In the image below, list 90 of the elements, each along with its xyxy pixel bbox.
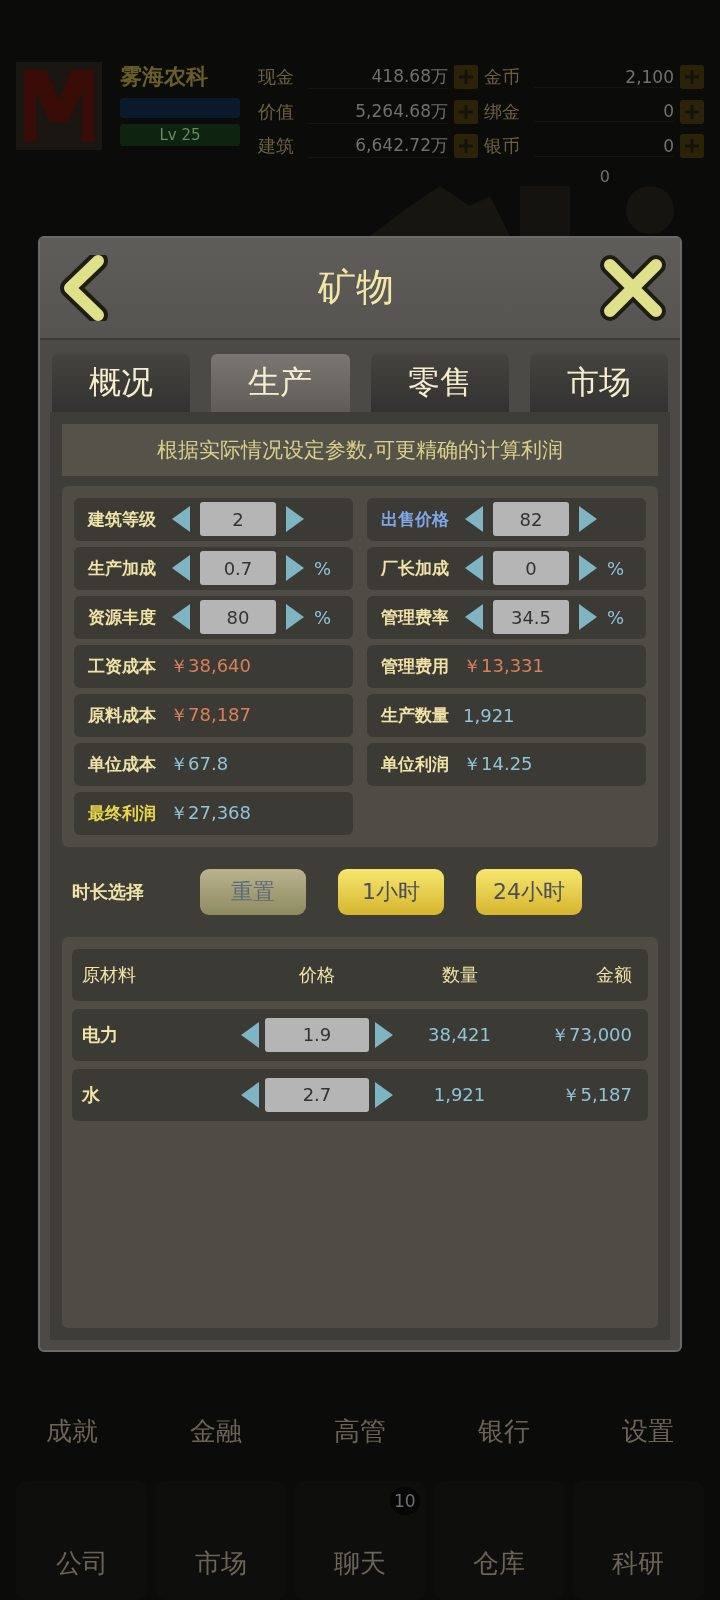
tab[interactable]: 概况 <box>52 353 191 412</box>
column-header: 数量 <box>440 962 479 987</box>
parameter-label: 工资成本 <box>88 654 157 678</box>
stat-label: 金币 <box>484 65 521 90</box>
level-badge: Lv 25 <box>120 124 240 146</box>
parameter-value: ￥14.25 <box>463 752 533 777</box>
quantity-cell-text: 38,421 <box>427 1024 492 1046</box>
value-field[interactable]: 82 <box>493 502 569 537</box>
amount-cell-text: ￥73,000 <box>550 1022 632 1047</box>
parameter-label: 单位利润 <box>381 752 450 776</box>
stat-label: 银币 <box>484 134 521 158</box>
parameter-label: 建筑等级 <box>88 507 157 531</box>
decrease-arrow-icon[interactable] <box>170 602 192 633</box>
increase-arrow-icon[interactable] <box>373 1019 395 1050</box>
value-field[interactable]: 2 <box>200 502 276 537</box>
nav-button[interactable]: 金融 <box>184 1412 248 1450</box>
stat-value: 418.68万 <box>308 65 448 90</box>
nav-button[interactable]: 设置 <box>616 1412 680 1450</box>
stat-value: 0 <box>534 135 674 157</box>
amount-cell-text: ￥5,187 <box>561 1082 632 1107</box>
material-name: 水 <box>82 1082 101 1107</box>
parameter-label: 管理费率 <box>381 605 450 629</box>
hint-text: 根据实际情况设定参数,可更精确的计算利润 <box>62 423 658 476</box>
count-badge: 10 <box>389 1486 420 1515</box>
parameter-label: 出售价格 <box>381 507 450 531</box>
stat-value: 5,264.68万 <box>308 99 448 124</box>
increase-arrow-icon[interactable] <box>284 504 306 535</box>
nav-button[interactable]: 成就 <box>40 1412 104 1450</box>
stat-label: 绑金 <box>484 99 521 124</box>
nav-button[interactable]: 高管 <box>328 1412 392 1450</box>
duration-button[interactable]: 1小时 <box>338 868 444 915</box>
duration-button[interactable]: 24小时 <box>476 868 582 915</box>
stat-value: 2,100 <box>534 66 674 88</box>
company-logo-icon <box>16 62 102 150</box>
price-field[interactable]: 2.7 <box>265 1077 369 1112</box>
unit-label: % <box>607 557 625 579</box>
decrease-arrow-icon[interactable] <box>170 504 192 535</box>
parameter-label: 单位成本 <box>88 752 157 776</box>
notification-count: 0 <box>599 167 610 187</box>
decrease-arrow-icon[interactable] <box>239 1019 261 1050</box>
increase-arrow-icon[interactable] <box>577 504 599 535</box>
quantity-cell-text: 1,921 <box>432 1084 487 1106</box>
value-field[interactable]: 0.7 <box>200 551 276 586</box>
parameter-value: ￥13,331 <box>463 654 544 679</box>
increase-arrow-icon[interactable] <box>373 1079 395 1110</box>
tab[interactable]: 零售 <box>370 353 509 412</box>
parameter-value: ￥67.8 <box>170 752 229 777</box>
increase-arrow-icon[interactable] <box>577 602 599 633</box>
column-header: 金额 <box>595 962 632 987</box>
stat-label: 建筑 <box>258 134 295 158</box>
stat-label: 现金 <box>258 65 295 90</box>
parameter-value: 1,921 <box>463 704 515 726</box>
value-field[interactable]: 34.5 <box>493 600 569 635</box>
decrease-arrow-icon[interactable] <box>463 602 485 633</box>
parameter-label: 厂长加成 <box>381 556 450 580</box>
material-name: 电力 <box>82 1022 119 1047</box>
value-field[interactable]: 80 <box>200 600 276 635</box>
column-header: 价格 <box>298 962 336 987</box>
unit-label: % <box>607 606 625 628</box>
price-field[interactable]: 1.9 <box>265 1017 369 1052</box>
parameter-label: 生产数量 <box>381 703 450 727</box>
stat-label: 价值 <box>258 99 295 124</box>
increase-arrow-icon[interactable] <box>284 553 306 584</box>
parameter-label: 原料成本 <box>88 703 157 727</box>
value-field[interactable]: 0 <box>493 551 569 586</box>
increase-arrow-icon[interactable] <box>284 602 306 633</box>
stat-value: 6,642.72万 <box>308 134 448 158</box>
tab[interactable]: 生产 <box>211 353 350 412</box>
stat-value: 0 <box>534 101 674 123</box>
parameter-label: 资源丰度 <box>88 605 157 629</box>
duration-label: 时长选择 <box>72 879 145 904</box>
close-icon[interactable] <box>600 254 666 321</box>
unit-label: % <box>314 606 332 628</box>
nav-button[interactable]: 银行 <box>472 1412 536 1450</box>
column-header: 原材料 <box>82 962 137 987</box>
parameter-value: ￥38,640 <box>170 654 251 679</box>
tab[interactable]: 市场 <box>529 353 668 412</box>
parameter-label: 最终利润 <box>88 801 157 825</box>
decrease-arrow-icon[interactable] <box>463 553 485 584</box>
unit-label: % <box>314 557 332 579</box>
company-name: 雾海农科 <box>120 63 209 91</box>
parameter-label: 管理费用 <box>381 654 450 678</box>
dialog-title: 矿物 <box>318 264 394 312</box>
parameter-value: ￥27,368 <box>170 801 251 826</box>
increase-arrow-icon[interactable] <box>577 553 599 584</box>
decrease-arrow-icon[interactable] <box>170 553 192 584</box>
parameter-label: 生产加成 <box>88 556 157 580</box>
decrease-arrow-icon[interactable] <box>239 1079 261 1110</box>
parameter-value: ￥78,187 <box>170 703 251 728</box>
decrease-arrow-icon[interactable] <box>463 504 485 535</box>
